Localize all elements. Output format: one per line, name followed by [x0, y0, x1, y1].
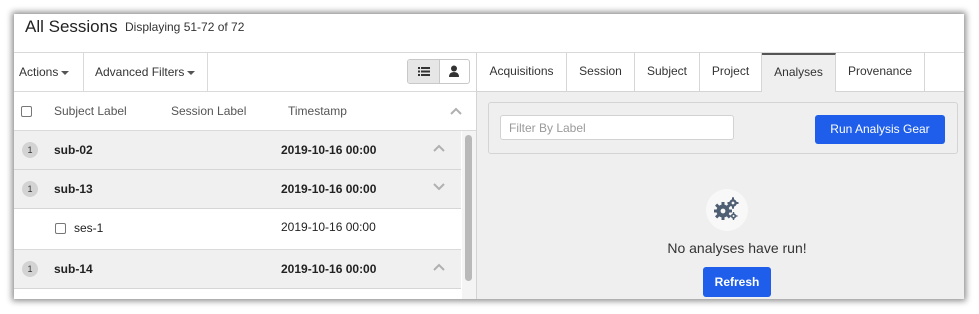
list-toolbar: Actions Advanced Filters — [14, 53, 476, 92]
page-title: All Sessions — [25, 17, 118, 36]
analyses-filter-panel: Run Analysis Gear — [488, 102, 958, 154]
advanced-filters-dropdown[interactable]: Advanced Filters — [90, 53, 208, 91]
list-scrollbar[interactable] — [462, 131, 476, 299]
column-timestamp[interactable]: Timestamp — [288, 104, 347, 118]
session-row[interactable]: ses-1 2019-10-16 00:00 — [14, 209, 461, 250]
sessions-list-pane: Actions Advanced Filters Subject Label S… — [14, 53, 477, 299]
user-icon — [449, 65, 459, 77]
timestamp: 2019-10-16 00:00 — [281, 143, 377, 157]
list-view-button[interactable] — [408, 60, 440, 83]
select-all-checkbox[interactable] — [21, 106, 32, 117]
scrollbar-thumb[interactable] — [465, 135, 472, 281]
details-pane: Acquisitions Session Subject Project Ana… — [477, 53, 964, 299]
divider — [83, 53, 84, 91]
chevron-up-icon[interactable] — [433, 144, 445, 152]
timestamp: 2019-10-16 00:00 — [281, 220, 376, 234]
actions-label: Actions — [19, 65, 59, 79]
tab-session[interactable]: Session — [567, 53, 635, 91]
caret-down-icon — [187, 70, 196, 75]
table-row[interactable]: 1 sub-02 2019-10-16 00:00 — [14, 131, 461, 170]
filter-by-label-input[interactable] — [500, 115, 734, 140]
caret-down-icon — [61, 70, 70, 75]
timestamp: 2019-10-16 00:00 — [281, 262, 377, 276]
table-row[interactable]: 1 sub-13 2019-10-16 00:00 — [14, 170, 461, 209]
tab-analyses[interactable]: Analyses — [762, 53, 836, 92]
details-tabs: Acquisitions Session Subject Project Ana… — [477, 53, 964, 92]
tab-provenance[interactable]: Provenance — [836, 53, 925, 91]
session-checkbox[interactable] — [55, 223, 66, 234]
page-header: All Sessions Displaying 51-72 of 72 — [14, 14, 964, 53]
gears-icon — [714, 197, 739, 220]
column-subject-label[interactable]: Subject Label — [54, 104, 127, 118]
subject-label: sub-02 — [54, 143, 93, 157]
advanced-filters-label: Advanced Filters — [95, 65, 185, 79]
sessions-table-body: 1 sub-02 2019-10-16 00:00 1 sub-13 2019-… — [14, 131, 461, 299]
run-analysis-gear-button[interactable]: Run Analysis Gear — [815, 115, 945, 144]
empty-state-icon-wrapper — [706, 189, 748, 231]
column-header-row: Subject Label Session Label Timestamp — [14, 92, 476, 131]
tab-subject[interactable]: Subject — [635, 53, 700, 91]
chevron-down-icon[interactable] — [433, 183, 445, 191]
table-row[interactable]: 1 sub-14 2019-10-16 00:00 — [14, 250, 461, 289]
column-session-label[interactable]: Session Label — [171, 104, 246, 118]
count-badge: 1 — [22, 181, 38, 197]
subject-label: sub-13 — [54, 182, 93, 196]
count-badge: 1 — [22, 142, 38, 158]
count-badge: 1 — [22, 261, 38, 277]
empty-state-message: No analyses have run! — [667, 240, 807, 256]
app-window: All Sessions Displaying 51-72 of 72 Acti… — [14, 14, 964, 299]
divider — [207, 53, 208, 91]
list-icon — [418, 67, 430, 76]
collapse-all-chevron-up-icon[interactable] — [450, 107, 462, 115]
timestamp: 2019-10-16 00:00 — [281, 182, 377, 196]
tab-project[interactable]: Project — [700, 53, 762, 91]
pagination-summary: Displaying 51-72 of 72 — [125, 20, 245, 34]
actions-dropdown[interactable]: Actions — [14, 53, 83, 91]
tab-acquisitions[interactable]: Acquisitions — [477, 53, 567, 91]
refresh-button[interactable]: Refresh — [703, 267, 771, 297]
chevron-up-icon[interactable] — [433, 263, 445, 271]
view-toggle — [407, 59, 470, 84]
subject-label: sub-14 — [54, 262, 93, 276]
session-label: ses-1 — [74, 221, 104, 235]
subject-view-button[interactable] — [439, 60, 469, 83]
